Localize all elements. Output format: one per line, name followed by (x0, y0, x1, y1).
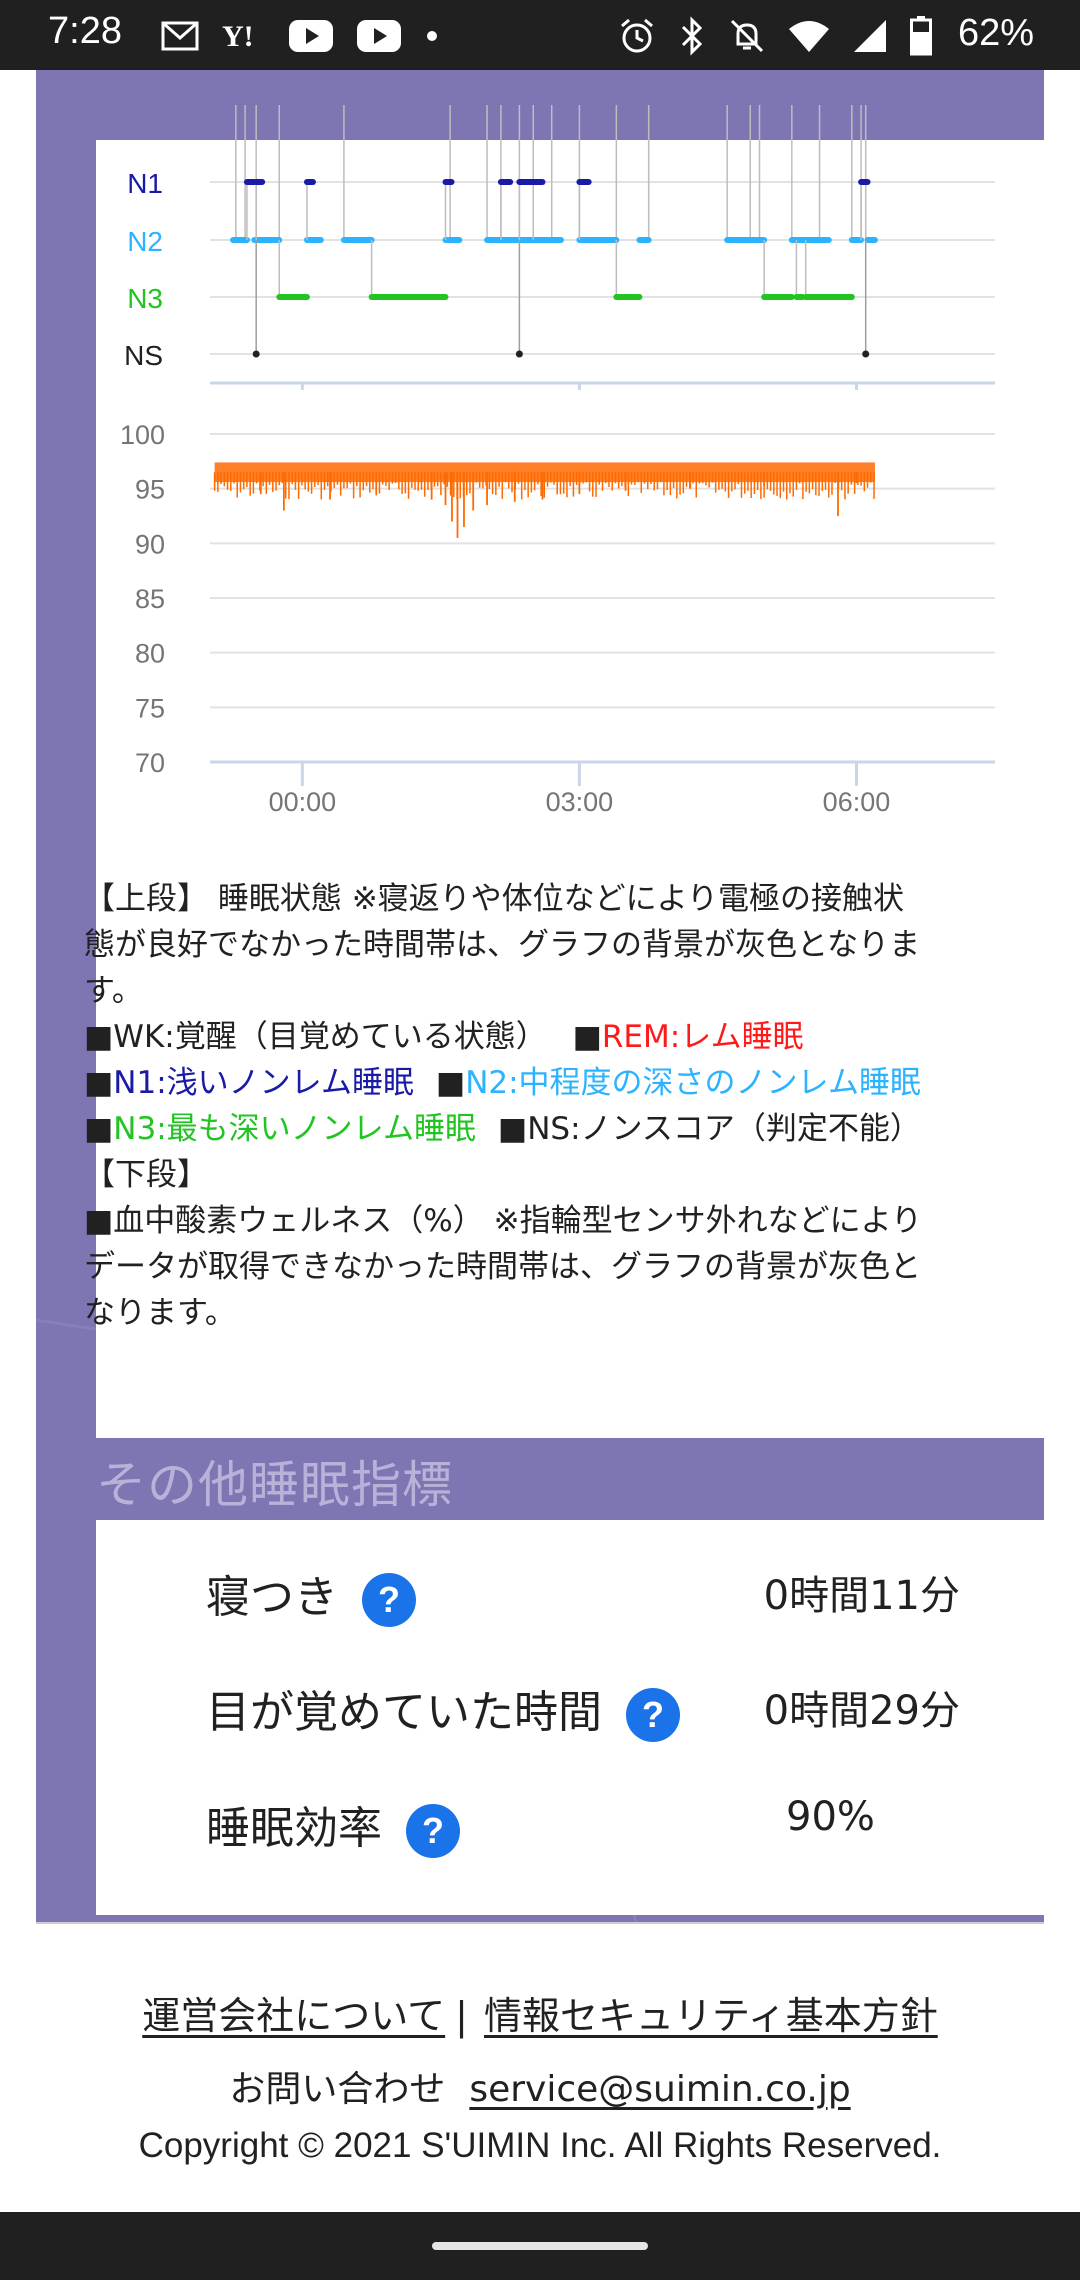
y-tick-label: 75 (135, 693, 165, 723)
footer-divider (36, 1922, 1044, 1924)
company-link[interactable]: 運営会社について (142, 1994, 445, 2038)
legend-wk: WK:覚醒（目覚めている状態） (113, 1019, 547, 1055)
legend-lower-desc-1: ■血中酸素ウェルネス（%） ※指輪型センサ外れなどにより (84, 1198, 1004, 1244)
dot-icon (427, 31, 437, 41)
y-tick-label: 100 (120, 420, 165, 450)
help-icon[interactable]: ? (362, 1573, 416, 1627)
metric-label-text: 目が覚めていた時間 (206, 1687, 602, 1738)
youtube-icon (357, 20, 401, 52)
y-tick-label: NS (124, 340, 163, 371)
status-left-icons: Y! (160, 14, 440, 58)
metric-label-sleep-efficiency: 睡眠効率? (206, 1792, 460, 1858)
security-policy-link[interactable]: 情報セキュリティ基本方針 (484, 1994, 938, 2038)
legend-square: ■ (84, 1203, 114, 1239)
contact-email-link[interactable]: service@suimin.co.jp (469, 2069, 850, 2110)
battery-percentage: 62% (957, 12, 1034, 54)
legend-square: ■ (435, 1065, 466, 1101)
legend-square: ■ (84, 1111, 114, 1147)
navigation-bar (0, 2212, 1080, 2280)
metric-row-awake-time: 目が覚めていた時間? 0時間29分 (96, 1662, 1044, 1752)
y-tick-label: 90 (135, 529, 165, 559)
svg-text:Y!: Y! (222, 20, 254, 52)
wifi-icon (789, 21, 829, 52)
help-icon[interactable]: ? (406, 1804, 460, 1858)
y-tick-label: 80 (135, 639, 165, 669)
legend-upper-desc-2: 態が良好でなかった時間帯は、グラフの背景が灰色となりま (84, 927, 921, 963)
bluetooth-icon (681, 16, 703, 56)
mute-icon (730, 19, 764, 53)
copyright-text: Copyright © 2021 S'UIMIN Inc. All Rights… (138, 2126, 942, 2165)
legend-spo2-desc-1: 血中酸素ウェルネス（%） ※指輪型センサ外れなどにより (113, 1203, 922, 1239)
signal-icon (854, 20, 886, 52)
y-tick-label: 95 (135, 475, 165, 505)
metric-value-sleep-efficiency: 90% (786, 1794, 875, 1840)
legend-square: ■ (84, 1019, 114, 1055)
help-icon[interactable]: ? (626, 1688, 680, 1742)
legend-square: ■ (497, 1111, 528, 1147)
legend-row-n3-ns: ■N3:最も深いノンレム睡眠 ■NS:ノンスコア（判定不能） (84, 1106, 1004, 1152)
sleep-stage-chart: N1N2N3NS00:0003:0006:00 (124, 105, 995, 390)
other-metrics-heading: その他睡眠指標 (96, 1456, 453, 1514)
other-metrics-card: 寝つき? 0時間11分 目が覚めていた時間? 0時間29分 睡眠効率? 90% (96, 1520, 1044, 1915)
legend-row-wk-rem: ■WK:覚醒（目覚めている状態） ■REM:レム睡眠 (84, 1014, 1004, 1060)
home-gesture-handle[interactable] (432, 2242, 648, 2250)
metric-row-sleep-efficiency: 睡眠効率? 90% (96, 1778, 1044, 1868)
y-tick-label: 70 (135, 748, 165, 778)
legend-lower-desc-2: データが取得できなかった時間帯は、グラフの背景が灰色と (84, 1249, 921, 1285)
legend-rem: REM:レム睡眠 (601, 1019, 804, 1055)
y-tick-label: N1 (127, 168, 163, 199)
x-tick-label: 03:00 (546, 787, 614, 817)
contact-label: お問い合わせ (229, 2069, 446, 2110)
youtube-icon (289, 20, 333, 52)
legend-lower-heading: 【下段】 (84, 1157, 208, 1193)
footer-links: 運営会社について | 情報セキュリティ基本方針 (0, 1985, 1080, 2040)
mail-icon (161, 21, 199, 51)
x-tick-label: 00:00 (269, 787, 337, 817)
metric-label-sleep-latency: 寝つき? (206, 1561, 416, 1627)
ns-point (515, 350, 523, 358)
legend-square: ■ (572, 1019, 602, 1055)
footer-separator: | (455, 1994, 468, 2038)
y-tick-label: N3 (127, 283, 163, 314)
x-tick-label: 06:00 (823, 787, 891, 817)
status-right-icons (618, 14, 932, 58)
blood-oxygen-chart: 100 95 90 85 80 75 70 00:00 03:00 06:00 (120, 420, 995, 817)
alarm-icon (621, 18, 653, 53)
metric-value-awake-time: 0時間29分 (763, 1688, 960, 1734)
metric-label-awake-time: 目が覚めていた時間? (206, 1676, 680, 1742)
metric-label-text: 睡眠効率 (206, 1803, 382, 1854)
status-time: 7:28 (48, 10, 122, 52)
footer-contact: お問い合わせ service@suimin.co.jp (0, 2060, 1080, 2112)
chart-legend: 【上段】 睡眠状態 ※寝返りや体位などにより電極の接触状 態が良好でなかった時間… (84, 876, 1004, 1336)
ns-point (862, 350, 870, 358)
legend-upper-desc-1: 【上段】 睡眠状態 ※寝返りや体位などにより電極の接触状 (84, 881, 905, 917)
legend-n3: N3:最も深いノンレム睡眠 (113, 1111, 477, 1147)
metric-row-sleep-latency: 寝つき? 0時間11分 (96, 1547, 1044, 1637)
status-bar: 7:28 Y! 62% (0, 0, 1080, 70)
ns-point (252, 350, 260, 358)
legend-upper-desc-3: す。 (84, 973, 143, 1009)
legend-row-n1-n2: ■N1:浅いノンレム睡眠 ■N2:中程度の深さのノンレム睡眠 (84, 1060, 1004, 1106)
legend-lower-desc-3: なります。 (84, 1295, 236, 1331)
legend-ns: NS:ノンスコア（判定不能） (527, 1111, 921, 1147)
legend-n2: N2:中程度の深さのノンレム睡眠 (465, 1065, 921, 1101)
y-tick-label: N2 (127, 226, 163, 257)
y-tick-label: 85 (135, 584, 165, 614)
legend-square: ■ (84, 1065, 114, 1101)
metric-value-sleep-latency: 0時間11分 (763, 1573, 960, 1619)
yahoo-icon: Y! (222, 20, 254, 52)
battery-icon (910, 16, 932, 56)
metric-label-text: 寝つき (206, 1572, 338, 1623)
legend-n1: N1:浅いノンレム睡眠 (113, 1065, 415, 1101)
